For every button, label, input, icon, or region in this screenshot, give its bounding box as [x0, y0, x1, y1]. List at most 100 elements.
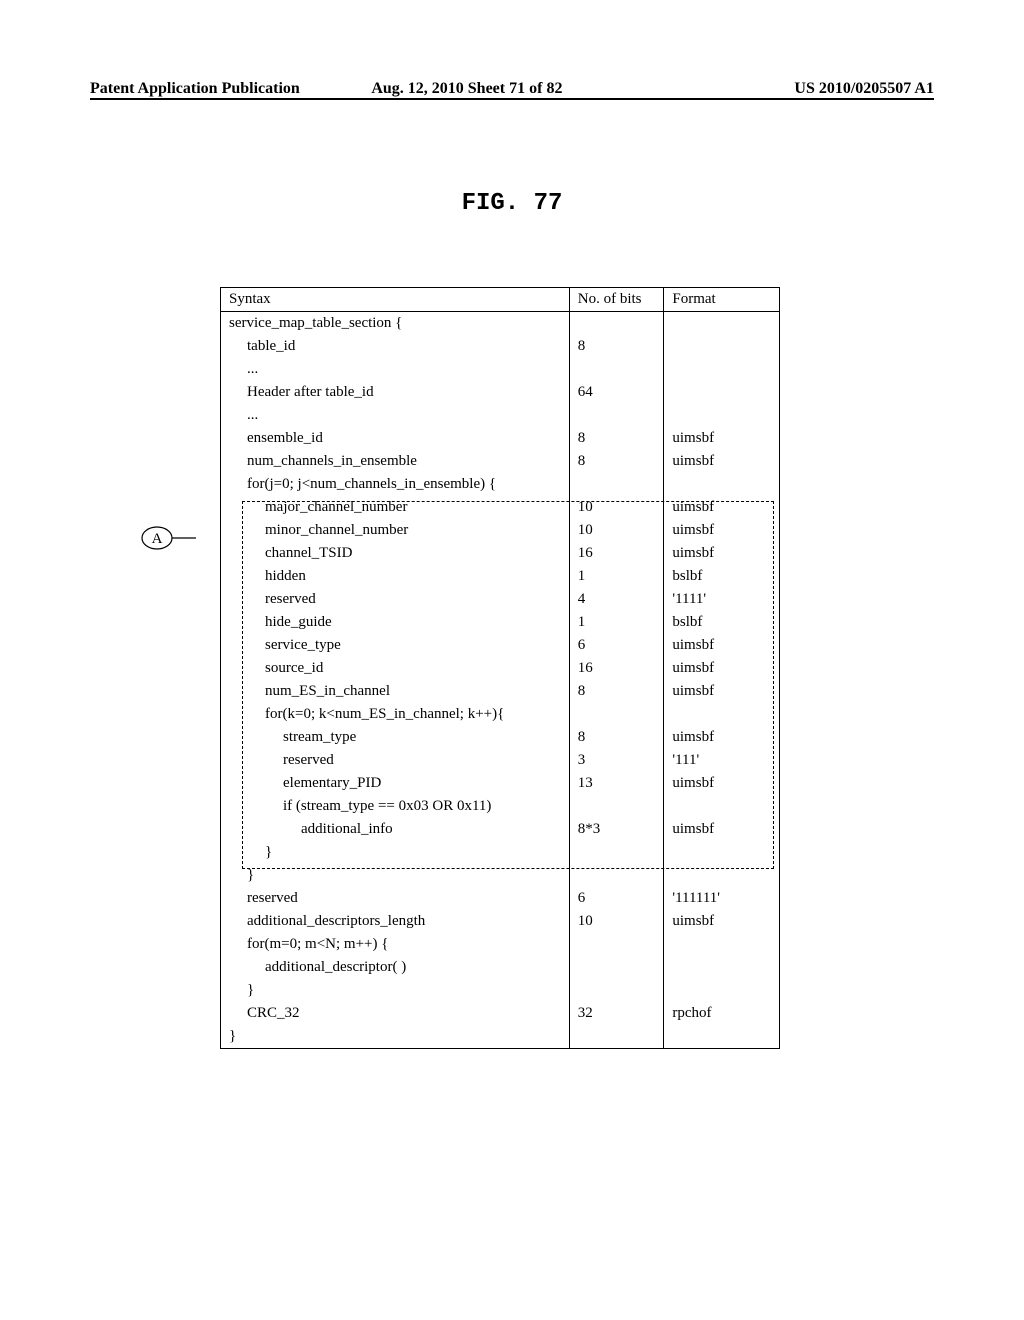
table-row: hidden1bslbf [221, 565, 780, 588]
cell-syntax: Header after table_id [221, 381, 570, 404]
cell-bits: 13 [569, 772, 664, 795]
syntax-text: major_channel_number [229, 499, 561, 516]
cell-syntax: for(k=0; k<num_ES_in_channel; k++){ [221, 703, 570, 726]
syntax-text: num_channels_in_ensemble [229, 453, 561, 470]
syntax-text: elementary_PID [229, 775, 561, 792]
cell-syntax: hidden [221, 565, 570, 588]
cell-syntax: reserved [221, 749, 570, 772]
syntax-text: reserved [229, 752, 561, 769]
cell-bits [569, 312, 664, 336]
syntax-text: service_type [229, 637, 561, 654]
syntax-text: reserved [229, 591, 561, 608]
cell-format: uimsbf [664, 496, 780, 519]
table-row: CRC_3232rpchof [221, 1002, 780, 1025]
cell-format: uimsbf [664, 726, 780, 749]
table-row: num_channels_in_ensemble 8uimsbf [221, 450, 780, 473]
cell-format: uimsbf [664, 450, 780, 473]
table-row: additional_info8*3uimsbf [221, 818, 780, 841]
syntax-text: ensemble_id [229, 430, 561, 447]
cell-bits: 8 [569, 450, 664, 473]
cell-bits [569, 358, 664, 381]
annotation-a-text: A [152, 531, 163, 547]
page-header: Patent Application Publication Aug. 12, … [90, 80, 934, 98]
cell-format [664, 956, 780, 979]
syntax-text: hidden [229, 568, 561, 585]
cell-syntax: if (stream_type == 0x03 OR 0x11) [221, 795, 570, 818]
table-row: service_map_table_section { [221, 312, 780, 336]
table-row: Header after table_id 64 [221, 381, 780, 404]
table-row: reserved 3'111' [221, 749, 780, 772]
cell-syntax: channel_TSID [221, 542, 570, 565]
cell-bits: 10 [569, 910, 664, 933]
table-row: num_ES_in_channel8uimsbf [221, 680, 780, 703]
cell-format [664, 312, 780, 336]
syntax-text: } [229, 867, 561, 884]
cell-bits [569, 1025, 664, 1049]
syntax-text: stream_type [229, 729, 561, 746]
table-row: } [221, 864, 780, 887]
table-row: ... [221, 358, 780, 381]
table-row: for(j=0; j<num_channels_in_ensemble) { [221, 473, 780, 496]
syntax-text: hide_guide [229, 614, 561, 631]
syntax-text: Header after table_id [229, 384, 561, 401]
syntax-text: table_id [229, 338, 561, 355]
cell-syntax: for(m=0; m<N; m++) { [221, 933, 570, 956]
table-row: minor_channel_number10uimsbf [221, 519, 780, 542]
syntax-text: } [229, 982, 561, 999]
cell-format [664, 933, 780, 956]
table-row: additional_descriptor( ) [221, 956, 780, 979]
header-center: Aug. 12, 2010 Sheet 71 of 82 [371, 80, 652, 98]
table-row: stream_type 8uimsbf [221, 726, 780, 749]
cell-format: bslbf [664, 611, 780, 634]
header-right: US 2010/0205507 A1 [653, 80, 934, 98]
cell-format: uimsbf [664, 772, 780, 795]
header-rule [90, 98, 934, 100]
cell-bits [569, 979, 664, 1002]
table-row: } [221, 1025, 780, 1049]
cell-bits: 8 [569, 335, 664, 358]
cell-syntax: additional_descriptor( ) [221, 956, 570, 979]
syntax-text: for(j=0; j<num_channels_in_ensemble) { [229, 476, 561, 493]
cell-bits: 8 [569, 726, 664, 749]
cell-bits [569, 864, 664, 887]
cell-syntax: major_channel_number [221, 496, 570, 519]
col-header-bits: No. of bits [569, 288, 664, 312]
syntax-text: minor_channel_number [229, 522, 561, 539]
cell-syntax: } [221, 864, 570, 887]
syntax-text: additional_descriptors_length [229, 913, 561, 930]
syntax-text: for(m=0; m<N; m++) { [229, 936, 561, 953]
cell-bits: 64 [569, 381, 664, 404]
cell-syntax: ... [221, 358, 570, 381]
cell-bits: 32 [569, 1002, 664, 1025]
cell-bits [569, 404, 664, 427]
cell-bits: 3 [569, 749, 664, 772]
syntax-text: if (stream_type == 0x03 OR 0x11) [229, 798, 561, 815]
table-row: service_type6uimsbf [221, 634, 780, 657]
syntax-text: ... [229, 361, 561, 378]
cell-bits: 8 [569, 427, 664, 450]
cell-syntax: service_type [221, 634, 570, 657]
cell-bits: 16 [569, 542, 664, 565]
table-row: for(k=0; k<num_ES_in_channel; k++){ [221, 703, 780, 726]
cell-syntax: hide_guide [221, 611, 570, 634]
syntax-text: service_map_table_section { [229, 315, 561, 332]
cell-format [664, 335, 780, 358]
table-row: reserved4'1111' [221, 588, 780, 611]
table-row: additional_descriptors_length10uimsbf [221, 910, 780, 933]
syntax-text: reserved [229, 890, 561, 907]
cell-bits [569, 933, 664, 956]
cell-format [664, 979, 780, 1002]
syntax-text: additional_info [229, 821, 561, 838]
cell-syntax: additional_descriptors_length [221, 910, 570, 933]
cell-bits: 16 [569, 657, 664, 680]
cell-format: uimsbf [664, 680, 780, 703]
cell-syntax: CRC_32 [221, 1002, 570, 1025]
cell-format [664, 1025, 780, 1049]
cell-bits: 4 [569, 588, 664, 611]
table-row: elementary_PID 13uimsbf [221, 772, 780, 795]
cell-bits: 1 [569, 565, 664, 588]
cell-bits [569, 841, 664, 864]
syntax-text: for(k=0; k<num_ES_in_channel; k++){ [229, 706, 561, 723]
syntax-table: Syntax No. of bits Format service_map_ta… [220, 287, 780, 1049]
cell-format: '111' [664, 749, 780, 772]
